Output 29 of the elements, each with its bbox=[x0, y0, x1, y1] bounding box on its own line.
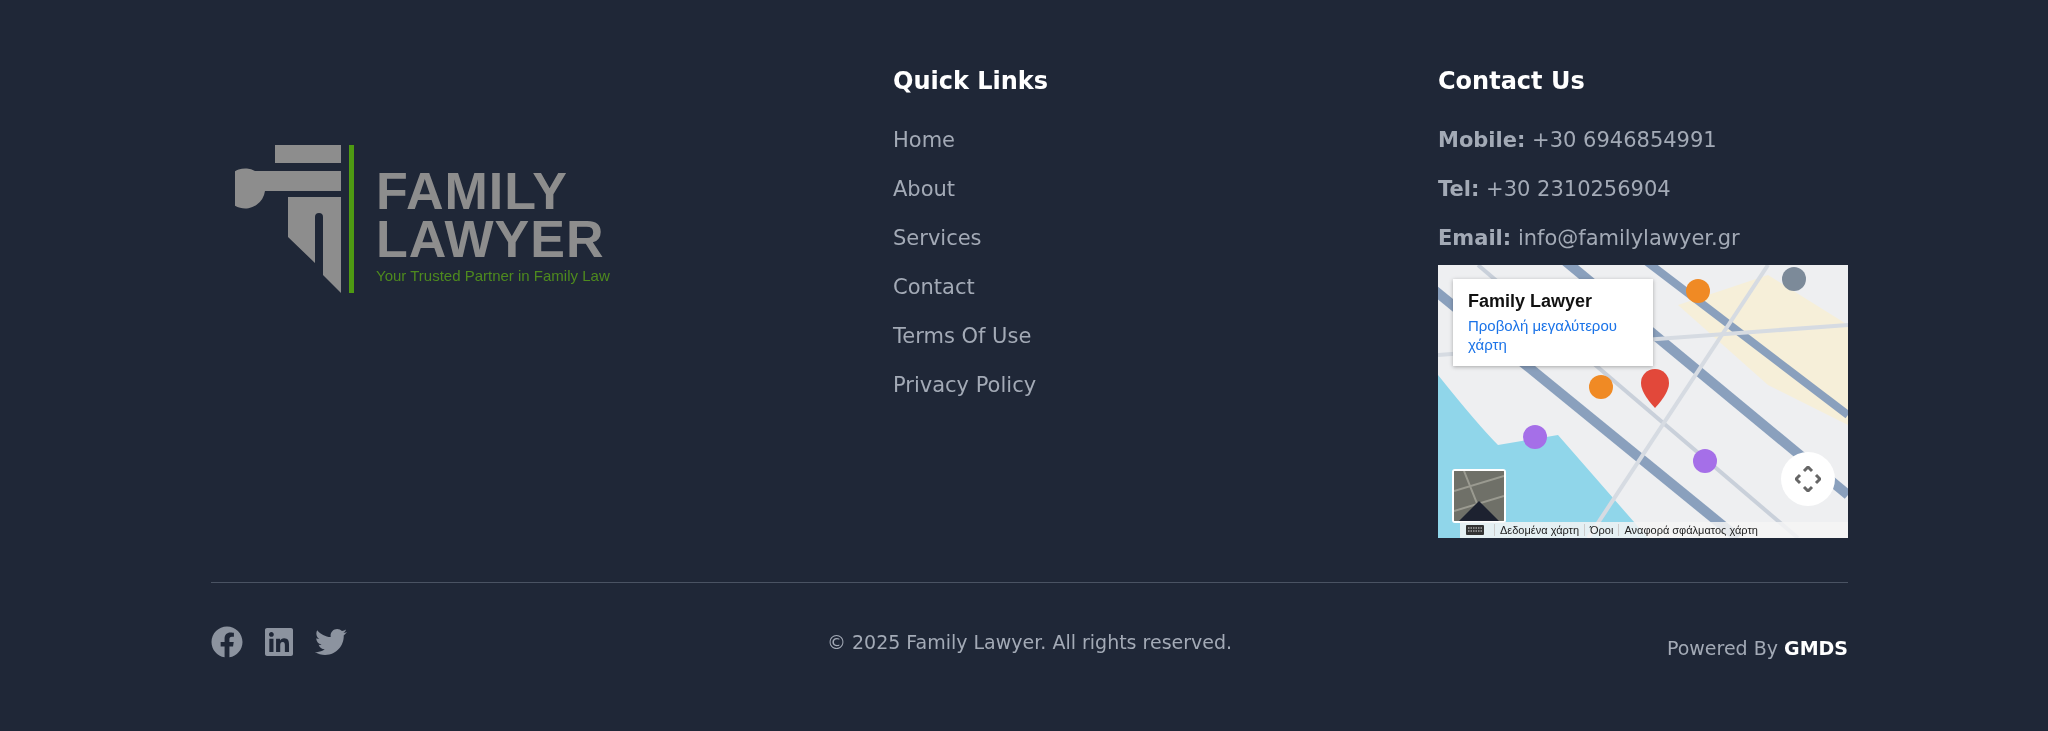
map[interactable]: Family Lawyer Προβολή μεγαλύτερου χάρτη Δεδομένα χάρτη Όροι Αναφορά σφάλματος χάρτη bbox=[1438, 265, 1848, 538]
footer-link[interactable]: Home bbox=[893, 116, 1438, 165]
pillar-icon bbox=[235, 145, 341, 293]
footer-link[interactable]: Terms Of Use bbox=[893, 312, 1438, 361]
footer-link[interactable]: Services bbox=[893, 214, 1438, 263]
section-heading: Quick Links bbox=[893, 66, 1050, 97]
map-attribution-link[interactable]: Όροι bbox=[1584, 524, 1619, 536]
copyright-text: © 2025 Family Lawyer. All rights reserved. bbox=[826, 631, 1233, 653]
contact-line: Tel: +30 2310256904 bbox=[1438, 176, 1672, 203]
place-title: Family Lawyer bbox=[1468, 291, 1594, 312]
linkedin-icon[interactable] bbox=[263, 626, 295, 658]
footer-link[interactable]: Contact bbox=[893, 263, 1438, 312]
footer-link[interactable]: About bbox=[893, 165, 1438, 214]
contact-line: Mobile: +30 6946854991 bbox=[1438, 127, 1718, 154]
keyboard-icon[interactable] bbox=[1466, 525, 1484, 535]
powered-by-text: Powered By GMDS bbox=[1666, 637, 1848, 659]
facebook-icon[interactable] bbox=[211, 626, 243, 658]
logo-tagline: Your Trusted Partner in Family Law bbox=[376, 267, 610, 284]
map-attribution-link[interactable]: Δεδομένα χάρτη bbox=[1494, 524, 1585, 536]
expand-icon bbox=[1795, 466, 1821, 492]
logo-title: LAWYER bbox=[376, 215, 606, 263]
contact-line: Email: info@familylawyer.gr bbox=[1438, 225, 1741, 252]
satellite-thumbnail[interactable] bbox=[1452, 469, 1506, 523]
logo-title: FAMILY bbox=[376, 167, 569, 215]
twitter-icon[interactable] bbox=[315, 626, 347, 658]
footer-link[interactable]: Privacy Policy bbox=[893, 361, 1438, 410]
larger-map-link[interactable]: Προβολή μεγαλύτερου χάρτη bbox=[1468, 316, 1638, 354]
map-attribution-link[interactable]: Αναφορά σφάλματος χάρτη bbox=[1618, 524, 1763, 536]
section-heading: Contact Us bbox=[1438, 66, 1586, 97]
